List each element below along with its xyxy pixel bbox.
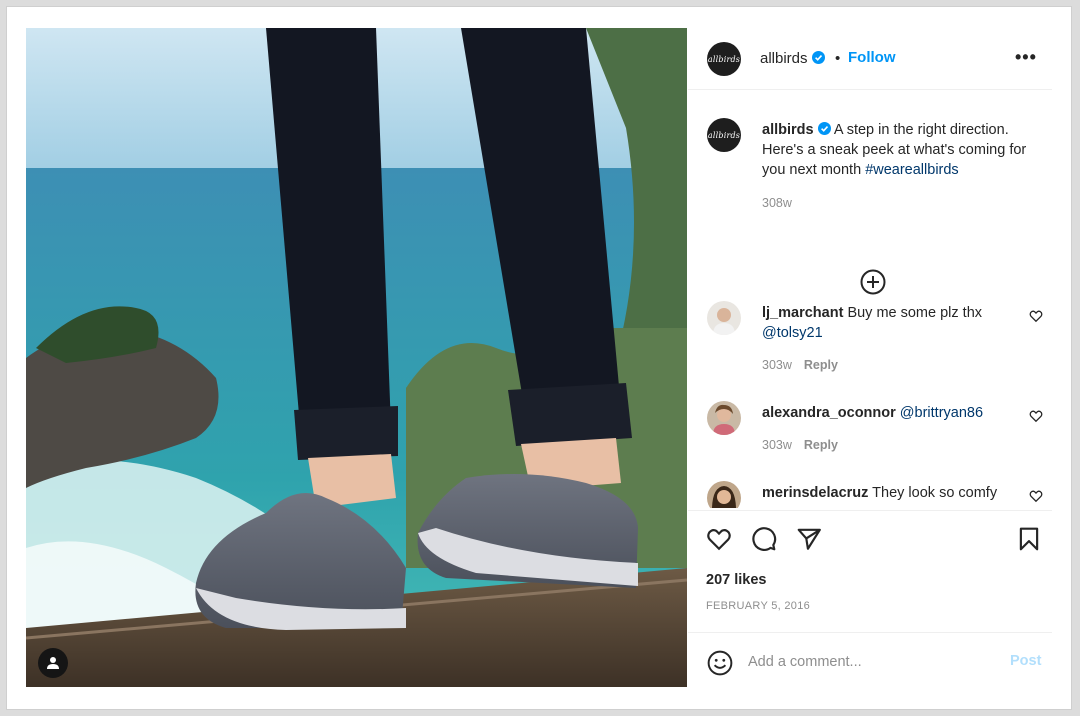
- comment-timestamp[interactable]: 303w: [762, 438, 792, 452]
- comment-text: merinsdelacruz They look so comfy: [762, 483, 1032, 503]
- commenter-username[interactable]: lj_marchant: [762, 305, 843, 321]
- tagged-user-button[interactable]: [38, 648, 68, 678]
- comment-item: merinsdelacruz They look so comfy: [707, 481, 1052, 508]
- comment-body: They look so comfy: [872, 485, 998, 501]
- comment-mention[interactable]: @tolsy21: [762, 325, 823, 341]
- avatar-logo-text: allbirds: [707, 130, 741, 140]
- avatar-logo-text: allbirds: [707, 54, 741, 64]
- author-avatar[interactable]: allbirds: [707, 42, 741, 76]
- add-comment-bar: Post: [688, 632, 1052, 687]
- author-username-text[interactable]: allbirds: [760, 50, 808, 67]
- plus-circle-icon[interactable]: [859, 268, 887, 296]
- smiley-icon[interactable]: [707, 650, 733, 676]
- avatar-image: [707, 301, 741, 335]
- avatar-image: [707, 481, 741, 508]
- comment-meta: 303w Reply: [762, 438, 838, 452]
- caption-username[interactable]: allbirds: [762, 122, 814, 138]
- reply-button[interactable]: Reply: [804, 358, 838, 372]
- comment-meta: 303w Reply: [762, 358, 838, 372]
- commenter-username[interactable]: alexandra_oconnor: [762, 405, 896, 421]
- caption-hashtag[interactable]: #weareallbirds: [865, 162, 959, 178]
- caption-timestamp[interactable]: 308w: [762, 196, 792, 210]
- post-header: allbirds allbirds • Follow •••: [688, 28, 1052, 90]
- commenter-avatar[interactable]: [707, 481, 741, 508]
- comment-input[interactable]: [748, 649, 998, 675]
- paper-plane-icon[interactable]: [796, 526, 822, 552]
- avatar-image: [707, 401, 741, 435]
- likes-count[interactable]: 207 likes: [706, 572, 766, 588]
- comment-item: alexandra_oconnor @brittryan86 303w Reply: [707, 401, 1052, 471]
- post-comment-button[interactable]: Post: [1010, 653, 1041, 669]
- post-date[interactable]: FEBRUARY 5, 2016: [706, 600, 810, 612]
- separator-dot: •: [835, 50, 841, 67]
- comments-scroll-area[interactable]: allbirds allbirds A step in the right di…: [688, 90, 1052, 508]
- reply-button[interactable]: Reply: [804, 438, 838, 452]
- caption-avatar[interactable]: allbirds: [707, 118, 741, 152]
- post-actions: 207 likes FEBRUARY 5, 2016: [688, 510, 1052, 632]
- post-photo[interactable]: [26, 28, 687, 687]
- heart-icon[interactable]: [1029, 309, 1043, 323]
- heart-icon[interactable]: [1029, 409, 1043, 423]
- follow-button[interactable]: Follow: [848, 49, 896, 66]
- bookmark-icon[interactable]: [1016, 526, 1042, 552]
- verified-badge-icon: [811, 51, 825, 64]
- heart-icon[interactable]: [1029, 489, 1043, 503]
- photo-illustration: [26, 28, 687, 687]
- author-username[interactable]: allbirds: [760, 50, 825, 67]
- user-icon: [47, 657, 59, 669]
- commenter-avatar[interactable]: [707, 401, 741, 435]
- verified-badge-icon: [817, 122, 831, 135]
- comment-text: lj_marchant Buy me some plz thx @tolsy21: [762, 303, 1022, 343]
- more-options-button[interactable]: •••: [1015, 47, 1037, 68]
- comment-item: lj_marchant Buy me some plz thx @tolsy21…: [707, 301, 1052, 372]
- commenter-avatar[interactable]: [707, 301, 741, 335]
- comment-body: Buy me some plz thx: [847, 305, 983, 321]
- speech-bubble-icon[interactable]: [751, 526, 777, 552]
- caption-text: allbirds A step in the right direction. …: [762, 120, 1052, 180]
- comment-text: alexandra_oconnor @brittryan86: [762, 403, 1032, 423]
- heart-icon[interactable]: [706, 526, 732, 552]
- comment-mention[interactable]: @brittryan86: [900, 405, 983, 421]
- commenter-username[interactable]: merinsdelacruz: [762, 485, 868, 501]
- post-sidebar: allbirds allbirds • Follow ••• allbirds …: [688, 28, 1052, 687]
- comment-timestamp[interactable]: 303w: [762, 358, 792, 372]
